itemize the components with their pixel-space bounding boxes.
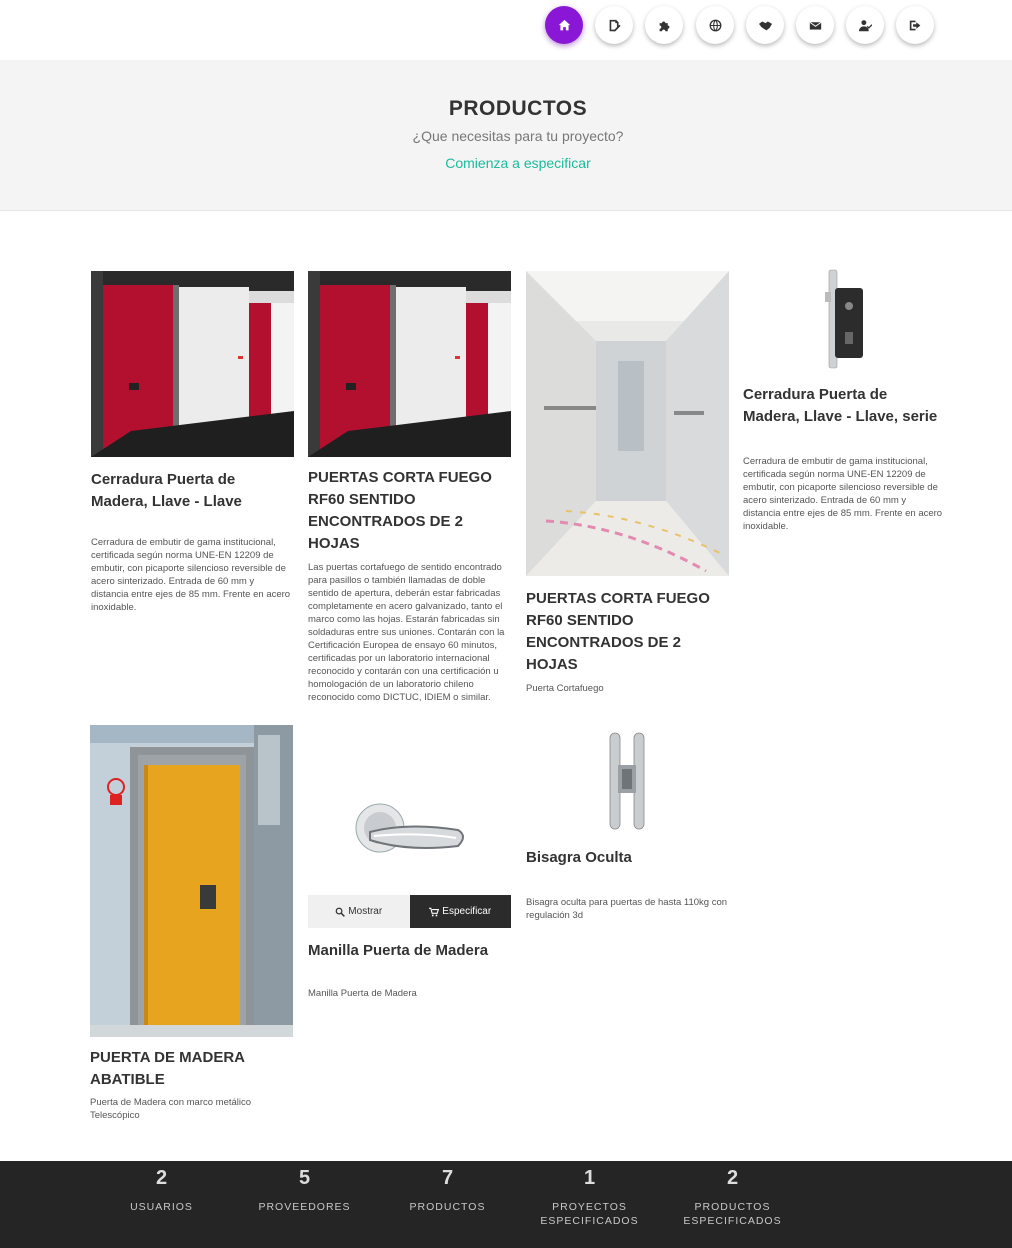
nav-partners-button[interactable]	[746, 6, 784, 44]
product-title[interactable]: Cerradura Puerta de Madera, Llave - Llav…	[743, 384, 946, 428]
top-nav	[0, 0, 1012, 60]
user-check-icon	[858, 19, 872, 31]
cart-icon	[429, 907, 440, 916]
edit-document-icon	[609, 19, 621, 32]
stats-footer: 2 USUARIOS 5 PROVEEDORES 7 PRODUCTOS 1 P…	[0, 1161, 1012, 1248]
stat-value: 2	[726, 1167, 739, 1189]
product-description: Bisagra oculta para puertas de hasta 110…	[526, 897, 728, 921]
stat-label: PRODUCTOS	[409, 1201, 486, 1213]
stat-value: 2	[155, 1167, 168, 1189]
stat-label: PROVEEDORES	[258, 1201, 351, 1213]
product-card[interactable]: Bisagra Oculta Bisagra oculta para puert…	[526, 725, 729, 922]
product-card[interactable]: PUERTAS CORTA FUEGO RF60 SENTIDO ENCONTR…	[526, 271, 729, 695]
envelope-icon	[809, 21, 821, 30]
page-header: PRODUCTOS ¿Que necesitas para tu proyect…	[0, 60, 1012, 211]
page-title: PRODUCTOS	[448, 97, 588, 120]
product-title[interactable]: Manilla Puerta de Madera	[308, 940, 511, 962]
stat-value: 5	[298, 1167, 311, 1189]
stat-value: 1	[583, 1167, 596, 1189]
nav-logout-button[interactable]	[896, 6, 934, 44]
product-description: Cerradura de embutir de gama institucion…	[91, 537, 291, 613]
product-title[interactable]: PUERTAS CORTA FUEGO RF60 SENTIDO ENCONTR…	[308, 467, 511, 555]
product-description: Manilla Puerta de Madera	[308, 988, 417, 999]
specify-button-label: Especificar	[442, 906, 492, 917]
globe-icon	[709, 19, 721, 31]
product-description: Puerta Cortafuego	[526, 683, 604, 694]
nav-modules-button[interactable]	[645, 6, 683, 44]
product-image[interactable]	[743, 262, 946, 372]
home-icon	[558, 19, 570, 30]
product-title[interactable]: Bisagra Oculta	[526, 847, 729, 869]
specify-button[interactable]: Especificar	[409, 895, 511, 928]
stat-value: 7	[441, 1167, 454, 1189]
product-image[interactable]	[526, 271, 729, 576]
sign-out-icon	[909, 20, 920, 30]
nav-globe-button[interactable]	[696, 6, 734, 44]
nav-home-button[interactable]	[545, 6, 583, 44]
puzzle-icon	[659, 20, 669, 31]
product-card[interactable]: Cerradura Puerta de Madera, Llave - Llav…	[743, 262, 946, 533]
nav-profile-button[interactable]	[846, 6, 884, 44]
start-specifying-link[interactable]: Comienza a especificar	[0, 155, 1012, 171]
product-image[interactable]	[91, 271, 294, 457]
page-subtitle: ¿Que necesitas para tu proyecto?	[412, 128, 624, 144]
product-card[interactable]: Cerradura Puerta de Madera, Llave - Llav…	[91, 271, 294, 614]
show-button[interactable]: Mostrar	[308, 895, 410, 928]
product-image[interactable]	[526, 725, 729, 835]
product-title[interactable]: PUERTAS CORTA FUEGO RF60 SENTIDO ENCONTR…	[526, 588, 729, 676]
stat-label: USUARIOS	[130, 1201, 193, 1213]
search-icon	[335, 907, 346, 917]
product-description: Las puertas cortafuego de sentido encont…	[308, 562, 505, 703]
handshake-icon	[758, 20, 772, 30]
stat-label: PRODUCTOS ESPECIFICADOS	[683, 1201, 782, 1227]
nav-messages-button[interactable]	[796, 6, 834, 44]
product-description: Puerta de Madera con marco metálico Tele…	[90, 1097, 252, 1121]
stat-label: PROYECTOS ESPECIFICADOS	[540, 1201, 639, 1227]
product-card[interactable]: PUERTA DE MADERA ABATIBLE Puerta de Made…	[90, 725, 293, 1122]
show-button-label: Mostrar	[348, 906, 383, 917]
product-title[interactable]: Cerradura Puerta de Madera, Llave - Llav…	[91, 469, 294, 513]
product-image[interactable]	[308, 271, 511, 457]
product-image[interactable]	[90, 725, 293, 1037]
product-description: Cerradura de embutir de gama institucion…	[743, 456, 943, 532]
product-title[interactable]: PUERTA DE MADERA ABATIBLE	[90, 1047, 293, 1091]
product-card[interactable]: Mostrar Especificar Manilla Puerta de Ma…	[308, 760, 511, 1000]
product-image[interactable]	[308, 760, 511, 895]
product-card[interactable]: PUERTAS CORTA FUEGO RF60 SENTIDO ENCONTR…	[308, 271, 511, 704]
nav-specify-button[interactable]	[595, 6, 633, 44]
product-actions: Mostrar Especificar	[308, 895, 511, 928]
